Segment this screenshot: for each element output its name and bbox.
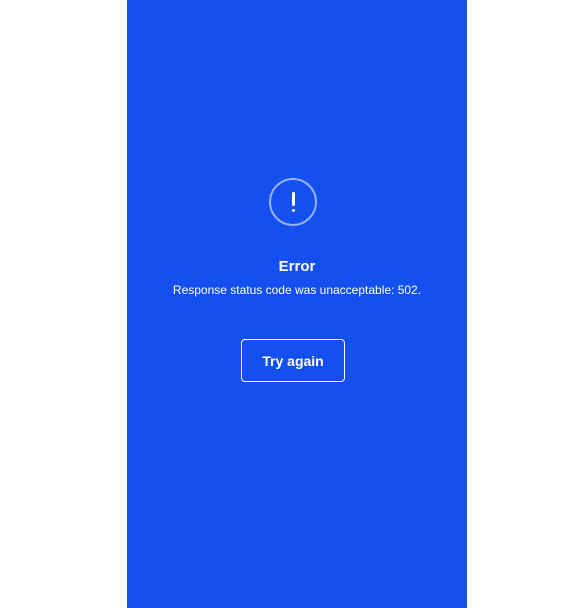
error-message: Response status code was unacceptable: 5…: [172, 283, 422, 297]
error-title: Error: [278, 258, 316, 275]
exclamation-dot: [292, 209, 295, 212]
exclamation-circle-icon: [269, 178, 317, 226]
try-again-button[interactable]: Try again: [241, 339, 345, 382]
page: Error Response status code was unaccepta…: [0, 0, 563, 608]
error-screen: Error Response status code was unaccepta…: [127, 0, 467, 608]
exclamation-bar: [292, 192, 295, 206]
